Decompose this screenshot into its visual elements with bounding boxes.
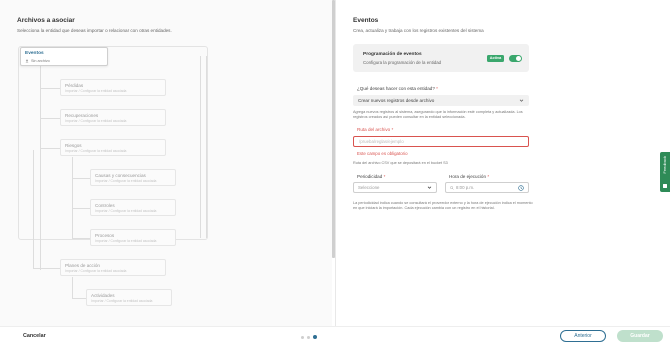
tree-node-sub: Importar / Configurar la entidad asociad…: [65, 89, 127, 93]
feedback-icon: [663, 184, 667, 188]
tree-node-actividades[interactable]: Actividades Importar / Configurar la ent…: [86, 289, 172, 306]
tree-node-title: Causas y consecuencias: [95, 172, 146, 178]
tree-connector: [33, 150, 34, 268]
time-placeholder: 8:00 p.m.: [456, 185, 475, 190]
required-mark: *: [391, 127, 394, 132]
path-input[interactable]: /prueba/reglas/ejemplo: [353, 136, 529, 147]
chevron-down-icon: [519, 99, 524, 102]
status-badge: Activa: [487, 55, 504, 62]
periodicity-select[interactable]: Seleccione: [353, 182, 437, 193]
tree-node-title: Procesos: [95, 232, 115, 238]
entity-title: Eventos: [353, 17, 379, 24]
time-input-inner: 8:00 p.m.: [450, 185, 474, 190]
action-select[interactable]: Crear nuevos registros desde archivo: [353, 95, 529, 106]
tree-node-causas[interactable]: Causas y consecuencias Importar / Config…: [90, 169, 176, 186]
tree-node-sub: Importar / Configurar la entidad asociad…: [65, 119, 127, 123]
tree-connector: [72, 298, 86, 299]
tree-node-sub: Importar / Configurar la entidad asociad…: [65, 269, 127, 273]
tree-node-title: Pérdidas: [65, 82, 84, 88]
tree-node-status: Sin archivo: [31, 58, 50, 63]
toggle-knob: [516, 55, 521, 61]
tree-connector: [72, 238, 90, 239]
tree-node-procesos[interactable]: Procesos Importar / Configurar la entida…: [90, 229, 176, 246]
tree-connector: [206, 56, 207, 238]
action-select-value: Crear nuevos registros desde archivo: [358, 98, 435, 103]
tree-connector: [72, 157, 73, 239]
time-input[interactable]: 8:00 p.m.: [445, 182, 529, 193]
clock-icon[interactable]: [518, 184, 524, 191]
feedback-tab[interactable]: Feedback: [660, 152, 670, 192]
periodicity-select-value: Seleccione: [358, 185, 380, 190]
tree-connector: [72, 208, 90, 209]
programming-card: Programación de eventos Configura la pro…: [353, 44, 529, 72]
tree-connector: [40, 88, 60, 89]
tree-node-eventos[interactable]: Eventos Sin archivo: [20, 47, 108, 66]
action-label-text: ¿Qué deseas hacer con esta entidad?: [357, 86, 435, 91]
tree-node-sub: Importar / Configurar la entidad asociad…: [65, 149, 127, 153]
tree-node-title: Actividades: [91, 292, 115, 298]
path-help: Ruta del archivo CSV que se depositará e…: [353, 161, 448, 165]
tree-node-title: Planes de acción: [65, 262, 100, 268]
associate-files-subtitle: Selecciona la entidad que deseas importa…: [17, 28, 172, 33]
tree-node-riesgos[interactable]: Riesgos Importar / Configurar la entidad…: [60, 139, 166, 156]
required-mark: *: [487, 174, 490, 179]
tree-node-controles[interactable]: Controles Importar / Configurar la entid…: [90, 199, 176, 216]
tree-node-perdidas[interactable]: Pérdidas Importar / Configurar la entida…: [60, 79, 166, 96]
schedule-help: La periodicidad indica cuando se consult…: [353, 201, 533, 210]
step-dot[interactable]: [307, 335, 310, 339]
tree-connector: [33, 268, 60, 269]
feedback-label: Feedback: [661, 156, 667, 174]
file-upload-icon: [25, 58, 29, 63]
periodicity-label-text: Periodicidad: [357, 174, 383, 179]
required-mark: *: [436, 86, 438, 91]
tree-connector: [40, 148, 60, 149]
time-label-text: Hora de ejecución: [449, 174, 487, 179]
tree-node-title: Riesgos: [65, 142, 82, 148]
programming-title: Programación de eventos: [363, 52, 422, 57]
step-dot[interactable]: [301, 335, 304, 339]
tree-node-title: Controles: [95, 202, 115, 208]
tree-node-planes[interactable]: Planes de acción Importar / Configurar l…: [60, 259, 166, 276]
chevron-down-icon: [427, 186, 432, 189]
tree-connector: [200, 56, 201, 238]
entity-subtitle: Crea, actualiza y trabaja con los regist…: [353, 28, 484, 33]
required-mark: *: [383, 174, 386, 179]
programming-subtitle: Configura la programación de la entidad: [363, 60, 442, 65]
tree-node-sub: Importar / Configurar la entidad asociad…: [95, 239, 157, 243]
tree-connector: [40, 118, 60, 119]
save-button[interactable]: Guardar: [617, 330, 663, 342]
step-dot-active[interactable]: [313, 335, 317, 339]
time-label: Hora de ejecución *: [449, 174, 489, 179]
action-help: Agrega nuevos registros al sistema, aseg…: [353, 110, 523, 119]
tree-node-title: Eventos: [25, 51, 44, 56]
step-indicator: [301, 335, 317, 339]
programming-toggle[interactable]: [509, 55, 522, 62]
periodicity-label: Periodicidad *: [357, 174, 385, 179]
tree-node-sub: Importar / Configurar la entidad asociad…: [95, 209, 157, 213]
path-label: Ruta del archivo *: [357, 127, 393, 132]
search-icon: [450, 185, 454, 190]
tree-node-sub: Importar / Configurar la entidad asociad…: [95, 179, 157, 183]
panel-divider: [335, 0, 336, 326]
associate-files-panel: Archivos a asociar Selecciona la entidad…: [0, 0, 332, 326]
tree-connector: [72, 277, 73, 299]
associate-files-title: Archivos a asociar: [17, 17, 75, 24]
previous-button[interactable]: Anterior: [560, 330, 606, 342]
tree-node-sub: Importar / Configurar la entidad asociad…: [91, 299, 153, 303]
tree-node-title: Recuperaciones: [65, 112, 99, 118]
tree-connector: [72, 178, 90, 179]
path-error-message: Este campo es obligatorio: [357, 151, 408, 156]
tree-connector: [40, 66, 41, 270]
path-label-text: Ruta del archivo: [357, 127, 391, 132]
wizard-footer: Cancelar Anterior Guardar: [0, 326, 670, 346]
cancel-button[interactable]: Cancelar: [23, 333, 46, 339]
action-label: ¿Qué deseas hacer con esta entidad? *: [357, 86, 438, 91]
tree-node-recuperaciones[interactable]: Recuperaciones Importar / Configurar la …: [60, 109, 166, 126]
